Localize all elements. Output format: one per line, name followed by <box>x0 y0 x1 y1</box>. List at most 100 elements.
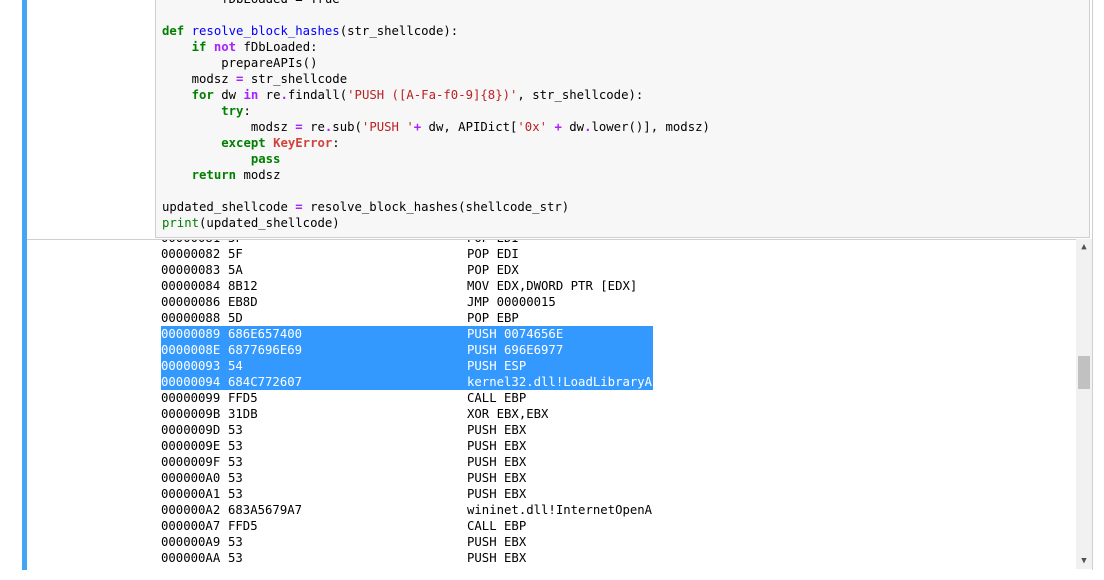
row-bytes: 53 <box>228 471 243 485</box>
row-bytes: 686E657400 <box>228 327 303 341</box>
row-addr: 00000093 <box>161 359 221 373</box>
row-instr: CALL EBP <box>467 519 527 533</box>
row-bytes: 53 <box>228 455 243 469</box>
row-instr: PUSH 696E6977 <box>467 343 564 357</box>
code-token: modsz <box>162 120 296 134</box>
code-token: , str_shellcode): <box>517 88 644 102</box>
row-bytes: 8B12 <box>228 279 258 293</box>
code-token: in <box>243 88 259 102</box>
row-bytes: 6877696E69 <box>228 343 303 357</box>
code-token: modsz <box>162 72 237 86</box>
notebook-page: fDbLoaded = True def resolve_block_hashes… <box>0 0 1104 580</box>
row-bytes: EB8D <box>228 295 258 309</box>
disassembly-row: 000000A9 53 PUSH EBX <box>161 534 1061 550</box>
code-token: KeyError <box>273 136 333 150</box>
row-bytes: 53 <box>228 487 243 501</box>
code-token: re <box>258 88 281 102</box>
row-bytes: 31DB <box>228 407 258 421</box>
disassembly-row: 000000AA 53 PUSH EBX <box>161 550 1061 566</box>
disassembly-row: 0000008E 6877696E69 PUSH 696E6977 <box>161 342 1061 358</box>
row-instr: wininet.dll!InternetOpenA <box>467 503 653 517</box>
disassembly-row: 000000A2 683A5679A7 wininet.dll!InternetOp… <box>161 502 1061 518</box>
row-addr: 0000009D <box>161 423 221 437</box>
row-addr: 000000A9 <box>161 535 221 549</box>
code-line: updated_shellcode = resolve_block_hashes… <box>162 199 569 215</box>
row-bytes: 53 <box>228 551 243 565</box>
row-instr: POP EBP <box>467 311 519 325</box>
code-token: dw <box>561 120 585 134</box>
row-instr: POP EDI <box>467 247 519 261</box>
row-bytes: 5F <box>228 240 243 246</box>
code-token: '0x' <box>517 120 548 134</box>
disassembly-row: 00000084 8B12 MOV EDX,DWORD PTR [EDX] <box>161 278 1061 294</box>
row-instr: POP EDI <box>467 240 519 246</box>
code-editor[interactable]: fDbLoaded = True def resolve_block_hashes… <box>155 0 1090 238</box>
row-addr: 0000008E <box>161 343 221 357</box>
code-token: 'PUSH ' <box>361 120 414 134</box>
row-addr: 000000A1 <box>161 487 221 501</box>
code-token: : <box>332 136 340 150</box>
row-bytes: 54 <box>228 359 243 373</box>
code-token: fDbLoaded = True <box>162 0 339 6</box>
code-token: pass <box>250 152 281 166</box>
scroll-thumb[interactable] <box>1078 356 1090 389</box>
code-token: lower()], modsz) <box>591 120 710 134</box>
row-instr: XOR EBX,EBX <box>467 407 549 421</box>
row-addr: 000000AA <box>161 551 221 565</box>
scroll-down-icon[interactable]: ▼ <box>1076 553 1092 569</box>
code-line: except KeyError: <box>162 135 340 151</box>
row-bytes: 53 <box>228 535 243 549</box>
code-token: updated_shellcode <box>162 200 296 214</box>
disassembly-row: 000000A0 53 PUSH EBX <box>161 470 1061 486</box>
code-line: print(updated_shellcode) <box>162 215 340 231</box>
disassembly-row: 0000009F 53 PUSH EBX <box>161 454 1061 470</box>
code-token: (str_shellcode): <box>339 24 459 38</box>
code-line: prepareAPIs() <box>162 55 317 71</box>
row-instr: JMP 00000015 <box>467 295 556 309</box>
row-instr: CALL EBP <box>467 391 527 405</box>
notebook-cell[interactable]: fDbLoaded = True def resolve_block_hashes… <box>27 0 1093 570</box>
code-line: try: <box>162 103 251 119</box>
code-token: + <box>554 120 562 134</box>
row-addr: 00000094 <box>161 375 221 389</box>
row-bytes: FFD5 <box>228 519 258 533</box>
row-bytes: 5F <box>228 247 243 261</box>
output-scrollbar[interactable]: ▲ ▼ <box>1076 239 1092 569</box>
row-bytes: 683A5679A7 <box>228 503 303 517</box>
code-token: = <box>295 200 303 214</box>
row-addr: 00000089 <box>161 327 221 341</box>
row-addr: 0000009E <box>161 439 221 453</box>
disassembly-row: 0000009D 53 PUSH EBX <box>161 422 1061 438</box>
scroll-up-icon[interactable]: ▲ <box>1076 239 1092 255</box>
code-line: modsz = str_shellcode <box>162 71 348 87</box>
code-line: pass <box>162 151 281 167</box>
code-token: fDbLoaded: <box>236 40 318 54</box>
code-token: findall( <box>287 88 348 102</box>
row-bytes: 5A <box>228 263 243 277</box>
row-instr: PUSH ESP <box>467 359 527 373</box>
code-token: resolve_block_hashes <box>191 24 340 38</box>
code-token: str_shellcode <box>243 72 348 86</box>
row-instr: PUSH EBX <box>467 471 527 485</box>
code-line: return modsz <box>162 167 281 183</box>
disassembly-row: 00000094 684C772607 kernel32.dll!LoadLibra… <box>161 374 1061 390</box>
row-bytes: FFD5 <box>228 391 258 405</box>
disassembly-row: 00000081 5F POP EDI <box>161 240 1061 246</box>
disassembly-row: 0000009B 31DB XOR EBX,EBX <box>161 406 1061 422</box>
row-instr: kernel32.dll!LoadLibraryA <box>467 375 653 389</box>
code-token: dw, APIDict[ <box>421 120 518 134</box>
row-instr: PUSH 0074656E <box>467 327 564 341</box>
cell-output[interactable]: 000000815FPOP EDI000000825FPOP EDI000000… <box>27 239 1092 570</box>
row-addr: 00000082 <box>161 247 221 261</box>
row-addr: 00000088 <box>161 311 221 325</box>
row-addr: 00000084 <box>161 279 221 293</box>
code-token: sub( <box>332 120 362 134</box>
